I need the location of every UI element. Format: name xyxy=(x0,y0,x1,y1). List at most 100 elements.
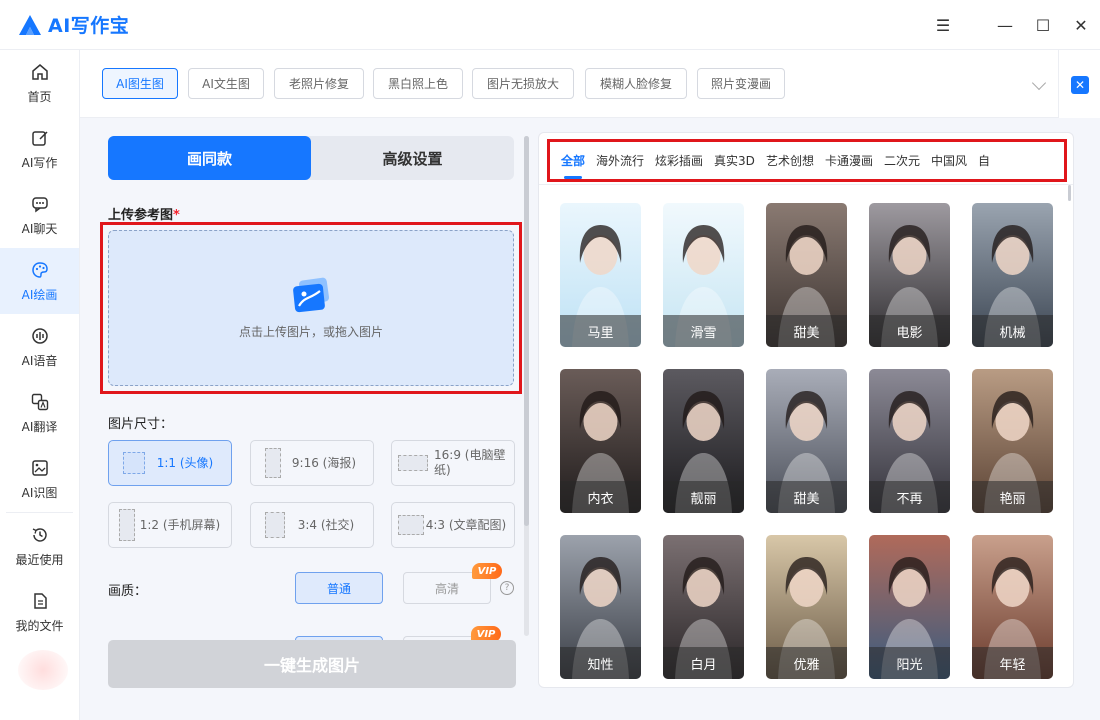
sidebar-item-recent[interactable]: 最近使用 xyxy=(0,513,79,579)
scrollbar-thumb[interactable] xyxy=(1068,185,1071,201)
app-logo: AI写作宝 xyxy=(18,11,129,38)
translate-icon xyxy=(30,392,50,412)
portrait-shape-icon xyxy=(265,448,281,478)
side-panel-strip: ✕ xyxy=(1058,50,1100,118)
logo-mark-icon xyxy=(18,14,42,36)
sidebar-item-label: 最近使用 xyxy=(15,552,64,567)
style-card[interactable]: 靓丽 xyxy=(663,369,744,513)
phone-shape-icon xyxy=(119,509,135,541)
history-icon xyxy=(30,525,50,545)
menu-button[interactable]: ☰ xyxy=(924,0,962,50)
category-tab[interactable]: 中国风 xyxy=(931,142,967,179)
style-card[interactable]: 优雅 xyxy=(766,535,847,679)
style-card-label: 马里 xyxy=(560,315,641,347)
style-card[interactable]: 马里 xyxy=(560,203,641,347)
sidebar-item-recognize[interactable]: AI识图 xyxy=(0,446,79,512)
category-tab[interactable]: 海外流行 xyxy=(596,142,644,179)
style-card[interactable]: 甜美 xyxy=(766,203,847,347)
style-card-label: 滑雪 xyxy=(663,315,744,347)
size-option-9-16[interactable]: 9:16 (海报) xyxy=(250,440,374,486)
close-button[interactable]: ✕ xyxy=(1062,0,1100,50)
style-card[interactable]: 电影 xyxy=(869,203,950,347)
tab-advanced-settings[interactable]: 高级设置 xyxy=(311,136,514,180)
category-tab[interactable]: 卡通漫画 xyxy=(825,142,873,179)
sidebar-item-label: AI写作 xyxy=(21,155,58,170)
tab-same-style[interactable]: 画同款 xyxy=(108,136,311,180)
image-size-label: 图片尺寸： xyxy=(108,417,174,432)
scrollbar-thumb[interactable] xyxy=(524,136,529,526)
minimize-button[interactable]: — xyxy=(986,0,1024,50)
style-card-label: 甜美 xyxy=(766,315,847,347)
category-tab[interactable]: 全部 xyxy=(561,142,585,179)
category-highlight: 全部 海外流行 炫彩插画 真实3D 艺术创想 卡通漫画 二次元 中国风自 xyxy=(547,139,1067,182)
quality-hd-button[interactable]: 高清 VIP xyxy=(403,563,502,604)
sidebar-item-label: AI语音 xyxy=(21,353,58,368)
size-option-label: 1:1 (头像) xyxy=(156,455,214,470)
style-card[interactable]: 不再 xyxy=(869,369,950,513)
tool-tabs-bar: AI图生图 AI文生图 老照片修复 黑白照上色 图片无损放大 模糊人脸修复 照片… xyxy=(80,50,1058,118)
size-option-1-2[interactable]: 1:2 (手机屏幕) xyxy=(108,502,232,548)
title-bar: AI写作宝 ☰ — ☐ ✕ xyxy=(0,0,1100,50)
tab-colorize[interactable]: 黑白照上色 xyxy=(373,68,463,99)
tab-old-photo-restore[interactable]: 老照片修复 xyxy=(274,68,364,99)
upload-hint: 点击上传图片，或拖入图片 xyxy=(238,324,383,339)
voice-icon xyxy=(30,326,50,346)
style-card-label: 优雅 xyxy=(766,647,847,679)
style-card[interactable]: 甜美 xyxy=(766,369,847,513)
sidebar-item-translate[interactable]: AI翻译 xyxy=(0,380,79,446)
sidebar-item-chat[interactable]: AI聊天 xyxy=(0,182,79,248)
upload-dropzone[interactable]: 点击上传图片，或拖入图片 xyxy=(108,230,514,386)
style-card[interactable]: 滑雪 xyxy=(663,203,744,347)
sidebar-item-home[interactable]: 首页 xyxy=(0,50,79,116)
sidebar-item-write[interactable]: AI写作 xyxy=(0,116,79,182)
style-card-label: 不再 xyxy=(869,481,950,513)
style-card-label: 内衣 xyxy=(560,481,641,513)
sidebar-item-label: 首页 xyxy=(27,89,52,104)
generate-image-button[interactable]: 一键生成图片 xyxy=(108,640,516,688)
style-card-label: 年轻 xyxy=(972,647,1053,679)
style-card-label: 靓丽 xyxy=(663,481,744,513)
size-option-1-1[interactable]: 1:1 (头像) xyxy=(108,440,232,486)
sidebar-item-files[interactable]: 我的文件 xyxy=(0,579,79,645)
close-panel-button[interactable]: ✕ xyxy=(1071,76,1089,94)
sidebar-item-painting[interactable]: AI绘画 xyxy=(0,248,79,314)
tab-photo-to-cartoon[interactable]: 照片变漫画 xyxy=(697,68,785,99)
style-gallery: 全部 海外流行 炫彩插画 真实3D 艺术创想 卡通漫画 二次元 中国风自 马里 滑雪 甜美 电影 机械… xyxy=(538,132,1074,688)
style-card[interactable]: 艳丽 xyxy=(972,369,1053,513)
tab-face-restore[interactable]: 模糊人脸修复 xyxy=(585,68,687,99)
category-tabs: 全部 海外流行 炫彩插画 真实3D 艺术创想 卡通漫画 二次元 中国风自 xyxy=(550,142,1064,179)
category-tab[interactable]: 炫彩插画 xyxy=(655,142,703,179)
category-tab[interactable]: 艺术创想 xyxy=(766,142,814,179)
category-tab[interactable]: 二次元 xyxy=(884,142,920,179)
category-tab[interactable]: 自 xyxy=(978,142,990,179)
style-card[interactable]: 机械 xyxy=(972,203,1053,347)
size-option-label: 4:3 (文章配图) xyxy=(425,517,507,532)
style-card[interactable]: 知性 xyxy=(560,535,641,679)
style-card[interactable]: 白月 xyxy=(663,535,744,679)
style-card[interactable]: 年轻 xyxy=(972,535,1053,679)
tab-text-to-image[interactable]: AI文生图 xyxy=(188,68,264,99)
size-option-3-4[interactable]: 3:4 (社交) xyxy=(250,502,374,548)
help-icon[interactable]: ? xyxy=(500,581,514,595)
size-option-16-9[interactable]: 16:9 (电脑壁纸) xyxy=(391,440,515,486)
category-divider xyxy=(539,184,1073,185)
style-card-label: 机械 xyxy=(972,315,1053,347)
sidebar-item-voice[interactable]: AI语音 xyxy=(0,314,79,380)
sidebar-item-label: AI聊天 xyxy=(21,221,58,236)
required-mark: * xyxy=(173,208,180,223)
tab-image-to-image[interactable]: AI图生图 xyxy=(102,68,178,99)
tab-upscale[interactable]: 图片无损放大 xyxy=(472,68,574,99)
palette-icon xyxy=(30,260,50,280)
category-tab[interactable]: 真实3D xyxy=(714,142,755,179)
sidebar-item-label: 我的文件 xyxy=(15,618,64,633)
style-card-label: 白月 xyxy=(663,647,744,679)
style-card-label: 阳光 xyxy=(869,647,950,679)
size-option-4-3[interactable]: 4:3 (文章配图) xyxy=(391,502,515,548)
quality-normal-button[interactable]: 普通 xyxy=(295,572,383,604)
upload-label: 上传参考图* xyxy=(108,204,180,223)
style-card[interactable]: 内衣 xyxy=(560,369,641,513)
chevron-down-icon[interactable] xyxy=(1031,75,1047,91)
sidebar: 首页 AI写作 AI聊天 AI绘画 AI语音 AI翻译 AI识图 最近使用 我的… xyxy=(0,50,80,720)
maximize-button[interactable]: ☐ xyxy=(1024,0,1062,50)
style-card[interactable]: 阳光 xyxy=(869,535,950,679)
